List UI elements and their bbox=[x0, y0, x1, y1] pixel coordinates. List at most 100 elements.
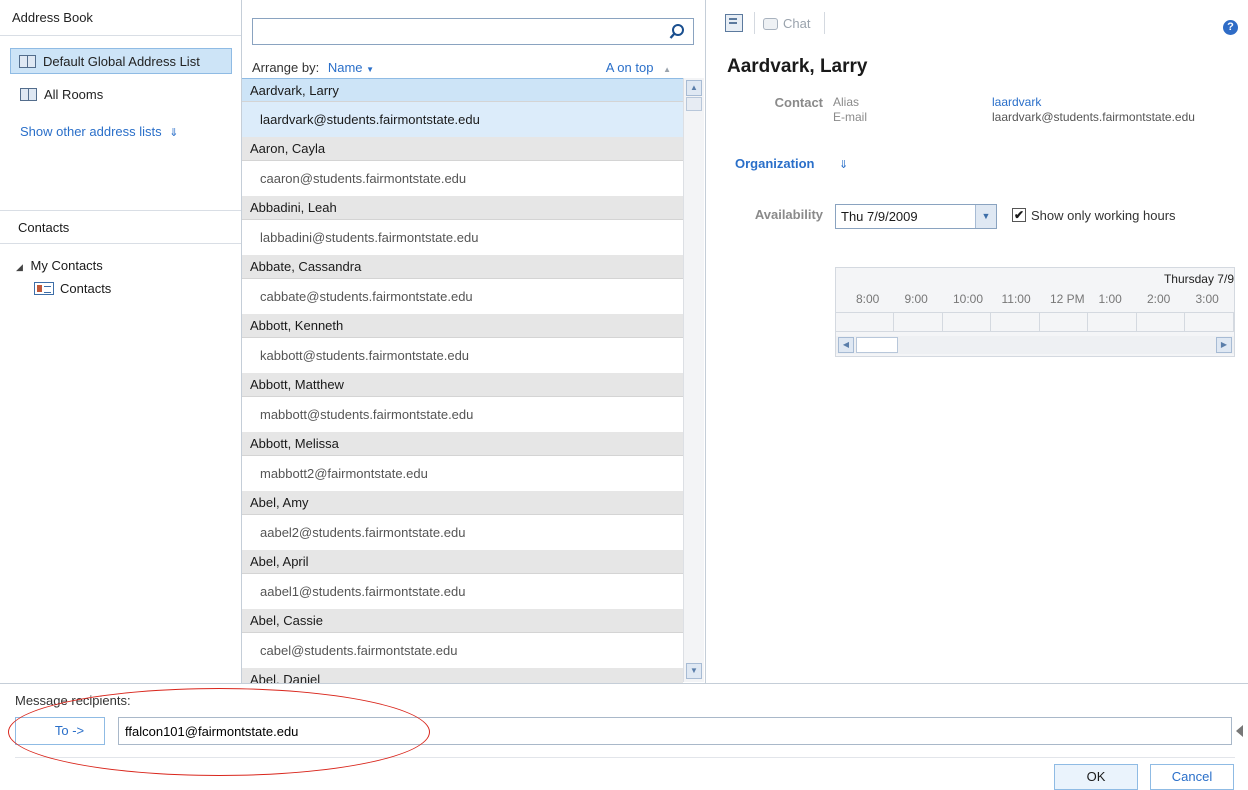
timeline-hour-label: 3:00 bbox=[1195, 292, 1219, 306]
contact-section-label: Contact bbox=[774, 95, 823, 110]
left-pane: Address Book Default Global Address List… bbox=[0, 0, 242, 683]
entry-email[interactable]: laardvark@students.fairmontstate.edu bbox=[242, 102, 683, 137]
entry-name[interactable]: Abel, April bbox=[242, 550, 683, 574]
toolbar-divider bbox=[824, 12, 825, 34]
nav-item-label: Default Global Address List bbox=[43, 53, 200, 69]
address-entry-list: Aardvark, Larry laardvark@students.fairmo… bbox=[242, 78, 683, 683]
expand-triangle-icon[interactable]: ◢ bbox=[16, 262, 23, 272]
entry-name[interactable]: Abbadini, Leah bbox=[242, 196, 683, 220]
my-contacts-node[interactable]: ◢ My Contacts bbox=[16, 258, 103, 273]
cancel-button[interactable]: Cancel bbox=[1150, 764, 1234, 790]
search-icon[interactable] bbox=[668, 23, 686, 41]
alias-label: Alias bbox=[833, 95, 860, 109]
address-entry[interactable]: Abel, Daniel bbox=[242, 668, 683, 683]
availability-date-select[interactable]: Thu 7/9/2009 ▼ bbox=[835, 204, 997, 229]
to-button[interactable]: To -> bbox=[15, 717, 105, 745]
chat-button[interactable]: Chat bbox=[763, 16, 810, 31]
entry-email[interactable]: caaron@students.fairmontstate.edu bbox=[242, 161, 683, 196]
entry-name[interactable]: Aardvark, Larry bbox=[242, 78, 683, 102]
timeline-grid bbox=[836, 312, 1234, 332]
address-entry[interactable]: Aardvark, Larry laardvark@students.fairmo… bbox=[242, 78, 683, 137]
all-rooms-list[interactable]: All Rooms bbox=[12, 81, 103, 107]
contacts-folder[interactable]: Contacts bbox=[34, 281, 111, 296]
scroll-up-arrow-icon[interactable]: ▲ bbox=[686, 80, 702, 96]
contact-detail-pane: Chat ? Aardvark, Larry Contact Alias E-m… bbox=[707, 0, 1248, 683]
default-global-address-list[interactable]: Default Global Address List bbox=[10, 48, 232, 74]
address-book-icon bbox=[20, 87, 37, 101]
entry-email[interactable]: kabbott@students.fairmontstate.edu bbox=[242, 338, 683, 373]
timeline-tick bbox=[1087, 312, 1088, 332]
timeline-tick bbox=[893, 312, 894, 332]
working-hours-label: Show only working hours bbox=[1031, 208, 1176, 223]
nav-item-label: All Rooms bbox=[44, 86, 104, 102]
email-label: E-mail bbox=[833, 110, 868, 124]
arrange-by-label: Arrange by: bbox=[252, 60, 320, 75]
entry-email[interactable]: cabbate@students.fairmontstate.edu bbox=[242, 279, 683, 314]
to-recipients-field[interactable] bbox=[118, 717, 1232, 745]
address-entry[interactable]: Abbott, Melissa mabbott2@fairmontstate.ed… bbox=[242, 432, 683, 491]
timeline-day-label: Thursday 7/9 bbox=[1163, 272, 1234, 286]
arrange-by-dropdown[interactable]: Name ▼ bbox=[328, 60, 374, 75]
entry-name[interactable]: Abel, Daniel bbox=[242, 668, 683, 683]
timeline-tick bbox=[941, 312, 943, 332]
entry-email[interactable]: labbadini@students.fairmontstate.edu bbox=[242, 220, 683, 255]
scroll-thumb[interactable] bbox=[686, 97, 702, 111]
dropdown-arrow-icon[interactable]: ▼ bbox=[975, 205, 996, 228]
address-entry[interactable]: Aaron, Cayla caaron@students.fairmontstat… bbox=[242, 137, 683, 196]
timeline-hour-label: 10:00 bbox=[953, 292, 984, 306]
contact-card-icon bbox=[34, 282, 54, 295]
address-book-icon bbox=[19, 54, 36, 68]
search-box bbox=[252, 18, 694, 45]
double-chevron-down-icon[interactable]: ⇓ bbox=[839, 158, 848, 171]
ok-button[interactable]: OK bbox=[1054, 764, 1138, 790]
timeline-hour-label: 1:00 bbox=[1098, 292, 1122, 306]
address-entry[interactable]: Abbott, Matthew mabbott@students.fairmont… bbox=[242, 373, 683, 432]
working-hours-checkbox[interactable]: ✔ bbox=[1012, 208, 1026, 222]
address-entry[interactable]: Abel, April aabel1@students.fairmontstate… bbox=[242, 550, 683, 609]
add-to-contacts-icon[interactable] bbox=[725, 14, 743, 32]
dropdown-arrow-icon: ▼ bbox=[366, 65, 375, 74]
sort-order-toggle[interactable]: A on top ▲ bbox=[606, 60, 671, 75]
alias-value-link[interactable]: laardvark bbox=[992, 95, 1041, 109]
timeline-hour-label: 8:00 bbox=[856, 292, 880, 306]
address-book-header: Address Book bbox=[0, 0, 241, 36]
entry-email[interactable]: mabbott@students.fairmontstate.edu bbox=[242, 397, 683, 432]
show-other-address-lists-link[interactable]: Show other address lists ⇓ bbox=[20, 124, 178, 139]
search-input[interactable] bbox=[253, 19, 663, 44]
contacts-header: Contacts bbox=[0, 210, 241, 244]
entry-name[interactable]: Abbott, Kenneth bbox=[242, 314, 683, 338]
message-recipients-label: Message recipients: bbox=[15, 693, 131, 708]
address-entry[interactable]: Abel, Amy aabel2@students.fairmontstate.e… bbox=[242, 491, 683, 550]
scroll-right-arrow-icon[interactable]: ▶ bbox=[1216, 337, 1232, 353]
timeline-scroll-thumb[interactable] bbox=[856, 337, 898, 353]
timeline-scrollbar[interactable]: ◀ ▶ bbox=[836, 336, 1234, 354]
list-scrollbar[interactable]: ▲ ▼ bbox=[683, 78, 704, 682]
help-icon[interactable]: ? bbox=[1223, 20, 1238, 35]
address-entry[interactable]: Abbadini, Leah labbadini@students.fairmon… bbox=[242, 196, 683, 255]
entry-name[interactable]: Abel, Cassie bbox=[242, 609, 683, 633]
address-entry[interactable]: Abbate, Cassandra cabbate@students.fairmo… bbox=[242, 255, 683, 314]
address-entry[interactable]: Abel, Cassie cabel@students.fairmontstate… bbox=[242, 609, 683, 668]
scroll-down-arrow-icon[interactable]: ▼ bbox=[686, 663, 702, 679]
entry-email[interactable]: aabel1@students.fairmontstate.edu bbox=[242, 574, 683, 609]
timeline-tick bbox=[1038, 312, 1040, 332]
entry-name[interactable]: Abbott, Melissa bbox=[242, 432, 683, 456]
scroll-left-arrow-icon[interactable]: ◀ bbox=[838, 337, 854, 353]
timeline-hour-label: 11:00 bbox=[1001, 292, 1031, 306]
entry-email[interactable]: cabel@students.fairmontstate.edu bbox=[242, 633, 683, 668]
entry-name[interactable]: Abbott, Matthew bbox=[242, 373, 683, 397]
contact-name-title: Aardvark, Larry bbox=[727, 56, 868, 77]
timeline-tick bbox=[990, 312, 991, 332]
entry-email[interactable]: aabel2@students.fairmontstate.edu bbox=[242, 515, 683, 550]
entry-name[interactable]: Abel, Amy bbox=[242, 491, 683, 515]
recipients-bar: Message recipients: To -> OK Cancel bbox=[0, 683, 1248, 790]
arrange-by: Arrange by: Name ▼ bbox=[252, 60, 374, 75]
chat-label: Chat bbox=[783, 16, 811, 31]
entry-email[interactable]: mabbott2@fairmontstate.edu bbox=[242, 456, 683, 491]
collapse-left-arrow-icon[interactable] bbox=[1236, 725, 1243, 737]
address-entry[interactable]: Abbott, Kenneth kabbott@students.fairmont… bbox=[242, 314, 683, 373]
entry-name[interactable]: Aaron, Cayla bbox=[242, 137, 683, 161]
organization-toggle[interactable]: Organization bbox=[735, 156, 814, 171]
double-chevron-down-icon: ⇓ bbox=[169, 127, 179, 139]
entry-name[interactable]: Abbate, Cassandra bbox=[242, 255, 683, 279]
